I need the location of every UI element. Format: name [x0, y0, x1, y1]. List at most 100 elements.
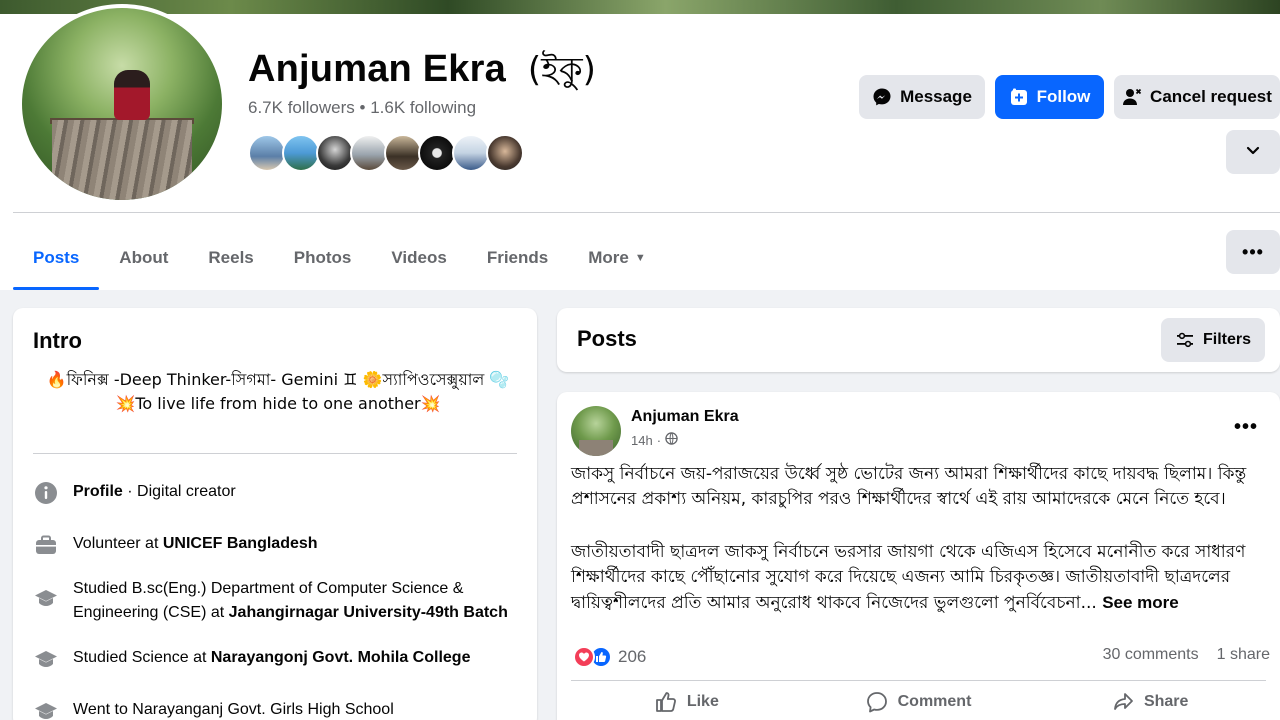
- filters-button[interactable]: Filters: [1161, 318, 1265, 362]
- intro-item-bold: Profile: [73, 483, 123, 500]
- post-paragraph-2: জাতীয়তাবাদী ছাত্রদল জাকসু নির্বাচনে ভরস…: [571, 540, 1271, 616]
- friend-avatar[interactable]: [418, 134, 456, 172]
- intro-item-work: Volunteer at UNICEF Bangladesh: [33, 532, 523, 558]
- reaction-count: 206: [618, 647, 647, 666]
- bio-line-1: 🔥ফিনিক্স -Deep Thinker-সিগমা- Gemini ♊ 🌼…: [46, 370, 510, 389]
- post-divider: [571, 680, 1266, 681]
- intro-divider: [33, 453, 517, 454]
- intro-item-text: Studied Science at Narayangonj Govt. Moh…: [73, 646, 470, 670]
- intro-item-prefix: Studied Science at: [73, 649, 211, 666]
- love-reaction-icon: [573, 646, 595, 668]
- comment-label: Comment: [897, 693, 972, 710]
- like-label: Like: [686, 693, 719, 710]
- tab-reels[interactable]: Reels: [188, 226, 273, 290]
- friend-avatar[interactable]: [384, 134, 422, 172]
- header-divider: [13, 212, 1280, 213]
- ellipsis-icon: •••: [1242, 241, 1264, 262]
- tab-more[interactable]: More ▼: [568, 226, 666, 290]
- comments-count[interactable]: 30 comments: [1103, 646, 1199, 664]
- profile-name-row: Anjuman Ekra (ইকু): [248, 44, 596, 101]
- intro-item-prefix: Volunteer at: [73, 535, 163, 552]
- profile-header: Anjuman Ekra (ইকু) 6.7K followers • 1.6K…: [0, 4, 1280, 290]
- info-icon: [33, 480, 59, 506]
- cover-photo[interactable]: [0, 0, 1280, 14]
- chevron-down-icon: [1245, 142, 1261, 163]
- tab-videos[interactable]: Videos: [371, 226, 466, 290]
- posts-title: Posts: [577, 326, 637, 351]
- filter-icon: [1175, 330, 1195, 350]
- post-card: Anjuman Ekra 14h · ••• জাকসু নির্বাচনে জ…: [557, 392, 1280, 720]
- friend-avatar[interactable]: [486, 134, 524, 172]
- friend-avatar[interactable]: [282, 134, 320, 172]
- comment-icon: [866, 692, 887, 713]
- post-paragraph-1: জাকসু নির্বাচনে জয়-পরাজয়ের উর্ধ্বে সুষ…: [571, 464, 1247, 509]
- follow-stats: 6.7K followers • 1.6K following: [248, 98, 476, 118]
- tab-about[interactable]: About: [99, 226, 188, 290]
- friend-avatar[interactable]: [452, 134, 490, 172]
- intro-item-bold[interactable]: Jahangirnagar University-49th Batch: [229, 604, 508, 621]
- person-cancel-icon: [1122, 87, 1142, 107]
- intro-item-suffix: · Digital creator: [122, 483, 236, 500]
- message-label: Message: [900, 87, 972, 106]
- stats-separator: •: [354, 98, 371, 117]
- profile-options-button[interactable]: [1226, 130, 1280, 174]
- bio-line-2: 💥To live life from hide to one another💥: [115, 394, 441, 413]
- graduation-cap-icon: [33, 698, 59, 720]
- like-button[interactable]: Like: [571, 686, 803, 718]
- followers-count[interactable]: 6.7K followers: [248, 98, 355, 117]
- message-button[interactable]: Message: [859, 75, 985, 119]
- intro-item-text: Volunteer at UNICEF Bangladesh: [73, 532, 318, 556]
- like-icon: [655, 692, 676, 712]
- post-author-name[interactable]: Anjuman Ekra: [631, 408, 739, 426]
- see-more-link[interactable]: See more: [1102, 593, 1179, 612]
- intro-item-text: Studied B.sc(Eng.) Department of Compute…: [73, 577, 523, 625]
- friend-avatar[interactable]: [316, 134, 354, 172]
- following-count[interactable]: 1.6K following: [370, 98, 476, 117]
- post-meta: 14h ·: [631, 432, 678, 448]
- friend-avatar[interactable]: [350, 134, 388, 172]
- post-timestamp[interactable]: 14h: [631, 433, 653, 448]
- follow-button[interactable]: Follow: [995, 75, 1104, 119]
- shares-count[interactable]: 1 share: [1217, 646, 1270, 664]
- intro-title: Intro: [33, 328, 82, 353]
- avatar-person: [114, 70, 150, 120]
- cancel-request-button[interactable]: Cancel request: [1114, 75, 1280, 119]
- share-label: Share: [1143, 693, 1189, 710]
- tabs-more-options-button[interactable]: •••: [1226, 230, 1280, 274]
- intro-card: Intro 🔥ফিনিক্স -Deep Thinker-সিগমা- Gemi…: [13, 308, 537, 720]
- intro-item-university: Studied B.sc(Eng.) Department of Compute…: [33, 577, 523, 625]
- reactions-summary[interactable]: 206: [573, 646, 646, 668]
- tab-photos[interactable]: Photos: [274, 226, 372, 290]
- post-actions: Like Comment Share: [571, 686, 1266, 718]
- filters-label: Filters: [1202, 331, 1251, 348]
- tab-posts[interactable]: Posts: [13, 226, 100, 290]
- intro-item-college: Studied Science at Narayangonj Govt. Moh…: [33, 646, 523, 672]
- graduation-cap-icon: [33, 646, 59, 672]
- meta-dot: ·: [656, 432, 662, 448]
- follow-label: Follow: [1036, 87, 1091, 106]
- mutual-friends-avatars: [248, 134, 524, 172]
- friend-avatar[interactable]: [248, 134, 286, 172]
- intro-bio: 🔥ফিনিক্স -Deep Thinker-সিগমা- Gemini ♊ 🌼…: [33, 368, 523, 416]
- messenger-icon: [872, 87, 892, 107]
- intro-item-bold[interactable]: UNICEF Bangladesh: [163, 535, 318, 552]
- intro-item-bold[interactable]: Narayangonj Govt. Mohila College: [211, 649, 471, 666]
- intro-item-school: Went to Narayanganj Govt. Girls High Sch…: [33, 698, 523, 720]
- post-options-button[interactable]: •••: [1234, 416, 1258, 439]
- tab-friends[interactable]: Friends: [467, 226, 568, 290]
- add-friend-icon: [1009, 87, 1029, 107]
- post-author-avatar[interactable]: [571, 406, 621, 456]
- posts-header-card: Posts Filters: [557, 308, 1280, 372]
- briefcase-icon: [33, 532, 59, 558]
- intro-item-text: Went to Narayanganj Govt. Girls High Sch…: [73, 701, 394, 718]
- tab-more-label: More: [588, 248, 629, 267]
- cancel-request-label: Cancel request: [1150, 87, 1272, 106]
- graduation-cap-icon: [33, 585, 59, 611]
- caret-down-icon: ▼: [634, 252, 646, 264]
- profile-nickname: (ইকু): [527, 50, 596, 90]
- profile-avatar[interactable]: [18, 4, 226, 204]
- intro-item-profile: Profile · Digital creator: [33, 480, 523, 506]
- comment-button[interactable]: Comment: [803, 686, 1035, 718]
- share-button[interactable]: Share: [1034, 686, 1266, 718]
- avatar-track: [52, 120, 192, 200]
